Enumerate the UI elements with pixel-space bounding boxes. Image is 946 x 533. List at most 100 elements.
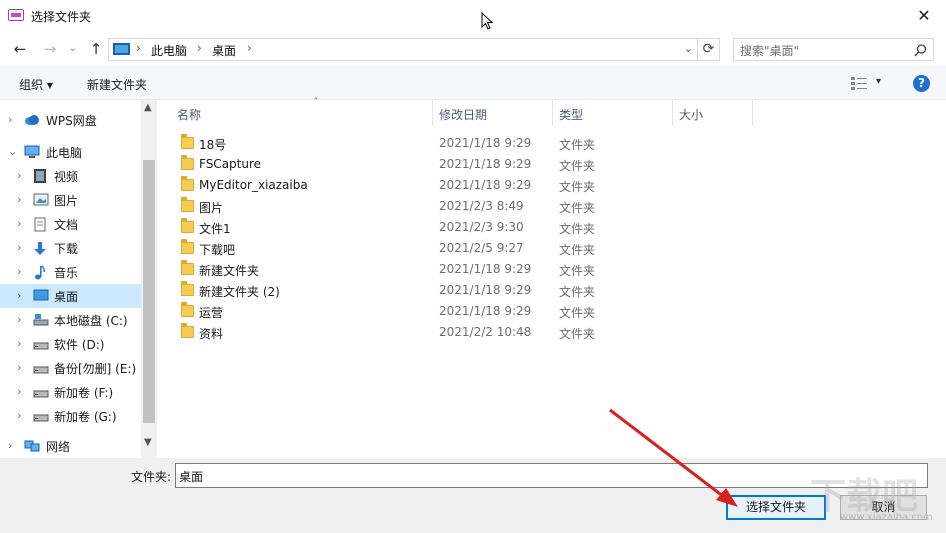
- scroll-thumb[interactable]: [143, 160, 155, 423]
- collapsed-chevron-icon[interactable]: ›: [17, 169, 21, 182]
- scroll-down-icon[interactable]: ▼: [144, 437, 152, 448]
- file-name: 图片: [199, 201, 224, 215]
- watermark-logo: 下载吧: [810, 476, 918, 517]
- up-button[interactable]: ↑: [86, 39, 106, 59]
- folder-icon: [181, 302, 194, 317]
- collapsed-chevron-icon[interactable]: ›: [17, 385, 21, 398]
- file-row[interactable]: FSCapture 2021/1/18 9:29 文件夹: [177, 154, 617, 175]
- file-row[interactable]: 新建文件夹 2021/1/18 9:29 文件夹: [177, 259, 617, 280]
- search-input[interactable]: 搜索"桌面": [733, 38, 934, 61]
- nav-item[interactable]: › 备份[勿删] (E:): [0, 356, 141, 380]
- file-type: 文件夹: [559, 306, 596, 320]
- nav-item[interactable]: › WPS网盘: [0, 108, 141, 132]
- file-row[interactable]: 18号 2021/1/18 9:29 文件夹: [177, 133, 617, 154]
- nav-item[interactable]: › 软件 (D:): [0, 332, 141, 356]
- collapsed-chevron-icon[interactable]: ›: [17, 265, 21, 278]
- file-date: 2021/2/3 8:49: [439, 199, 524, 213]
- file-date: 2021/1/18 9:29: [439, 304, 532, 318]
- sort-ascending-icon: ⌃: [312, 97, 320, 107]
- app-icon: [8, 9, 24, 21]
- recent-locations-button[interactable]: ⌄: [63, 39, 83, 59]
- file-date: 2021/1/18 9:29: [439, 157, 532, 171]
- collapsed-chevron-icon[interactable]: ›: [8, 113, 12, 126]
- column-header-type[interactable]: 类型: [553, 100, 673, 126]
- nav-item[interactable]: › 图片: [0, 188, 141, 212]
- collapsed-chevron-icon[interactable]: ›: [17, 313, 21, 326]
- nav-item[interactable]: › 本地磁盘 (C:): [0, 308, 141, 332]
- column-header-date[interactable]: 修改日期: [433, 100, 553, 126]
- file-date: 2021/1/18 9:29: [439, 283, 532, 297]
- refresh-button[interactable]: ⟳: [698, 38, 720, 61]
- file-type: 文件夹: [559, 285, 596, 299]
- file-date: 2021/2/2 10:48: [439, 325, 532, 339]
- file-row[interactable]: MyEditor_xiazaiba 2021/1/18 9:29 文件夹: [177, 175, 617, 196]
- nav-item-label: 下载: [54, 242, 79, 256]
- file-name: 运营: [199, 306, 224, 320]
- nav-item[interactable]: › 新加卷 (G:): [0, 404, 141, 428]
- breadcrumb-desktop[interactable]: 桌面: [212, 42, 236, 59]
- collapsed-chevron-icon[interactable]: ›: [17, 337, 21, 350]
- column-header-name[interactable]: 名称 ⌃: [171, 97, 433, 126]
- nav-item-label: 新加卷 (G:): [54, 410, 117, 424]
- back-button[interactable]: ←: [10, 39, 30, 59]
- collapsed-chevron-icon[interactable]: ›: [17, 217, 21, 230]
- nav-item-label: 软件 (D:): [54, 338, 105, 352]
- nav-item[interactable]: › 新加卷 (F:): [0, 380, 141, 404]
- nav-item-label: 新加卷 (F:): [54, 386, 114, 400]
- nav-item[interactable]: › 桌面: [0, 284, 141, 308]
- column-header-size[interactable]: 大小: [673, 100, 753, 126]
- annotation-arrow-icon: [609, 408, 738, 507]
- view-dropdown-icon[interactable]: ▾: [876, 76, 881, 87]
- nav-item[interactable]: › 网络: [0, 434, 141, 458]
- file-name: 资料: [199, 327, 224, 341]
- video-icon: [33, 169, 48, 183]
- computer-icon: [113, 43, 130, 55]
- view-options-icon[interactable]: [851, 76, 867, 90]
- cloud-icon: [24, 113, 39, 127]
- nav-item-label: 此电脑: [46, 146, 83, 160]
- organize-menu[interactable]: 组织 ▾: [19, 76, 53, 93]
- close-button[interactable]: ✕: [904, 2, 944, 30]
- file-type: 文件夹: [559, 138, 596, 152]
- collapsed-chevron-icon[interactable]: ›: [17, 241, 21, 254]
- command-bar: 组织 ▾ 新建文件夹 ▾ ?: [0, 66, 946, 100]
- breadcrumb-chevron[interactable]: ›: [247, 41, 252, 55]
- collapsed-chevron-icon[interactable]: ›: [17, 193, 21, 206]
- breadcrumb-chevron[interactable]: ›: [197, 41, 202, 55]
- address-dropdown-icon[interactable]: ⌄: [684, 42, 693, 55]
- new-folder-button[interactable]: 新建文件夹: [87, 76, 147, 93]
- file-type: 文件夹: [559, 159, 596, 173]
- nav-item[interactable]: › 下载: [0, 236, 141, 260]
- nav-item[interactable]: › 视频: [0, 164, 141, 188]
- nav-item[interactable]: › 文档: [0, 212, 141, 236]
- nav-item-label: 桌面: [54, 290, 79, 304]
- breadcrumb-chevron[interactable]: ›: [136, 41, 141, 55]
- file-row[interactable]: 下载吧 2021/2/5 9:27 文件夹: [177, 238, 617, 259]
- file-row[interactable]: 运营 2021/1/18 9:29 文件夹: [177, 301, 617, 322]
- computer-icon: [24, 145, 40, 159]
- file-row[interactable]: 新建文件夹 (2) 2021/1/18 9:29 文件夹: [177, 280, 617, 301]
- help-icon[interactable]: ?: [913, 75, 930, 92]
- nav-item-label: 备份[勿删] (E:): [54, 362, 137, 376]
- collapsed-chevron-icon[interactable]: ›: [17, 289, 21, 302]
- nav-scrollbar[interactable]: ▲ ▼: [141, 100, 157, 458]
- nav-item-label: 本地磁盘 (C:): [54, 314, 128, 328]
- nav-item[interactable]: ⌄ 此电脑: [0, 140, 141, 164]
- scroll-up-icon[interactable]: ▲: [144, 102, 152, 113]
- file-list-pane: 名称 ⌃ 修改日期 类型 大小 18号 2021/1/18 9:29 文件夹 FSCa…: [157, 97, 946, 458]
- file-row[interactable]: 图片 2021/2/3 8:49 文件夹: [177, 196, 617, 217]
- mouse-cursor-icon: [481, 12, 493, 30]
- nav-item[interactable]: › 音乐: [0, 260, 141, 284]
- breadcrumb-this-pc[interactable]: 此电脑: [151, 42, 187, 59]
- folder-icon: [181, 281, 194, 296]
- expanded-chevron-icon[interactable]: ⌄: [8, 145, 17, 158]
- address-bar[interactable]: › 此电脑 › 桌面 › ⌄: [108, 38, 698, 61]
- collapsed-chevron-icon[interactable]: ›: [17, 361, 21, 374]
- collapsed-chevron-icon[interactable]: ›: [8, 439, 12, 452]
- collapsed-chevron-icon[interactable]: ›: [17, 409, 21, 422]
- search-icon[interactable]: [914, 44, 927, 57]
- file-row[interactable]: 资料 2021/2/2 10:48 文件夹: [177, 322, 617, 343]
- forward-button[interactable]: →: [40, 39, 60, 59]
- file-row[interactable]: 文件1 2021/2/3 9:30 文件夹: [177, 217, 617, 238]
- file-date: 2021/1/18 9:29: [439, 262, 532, 276]
